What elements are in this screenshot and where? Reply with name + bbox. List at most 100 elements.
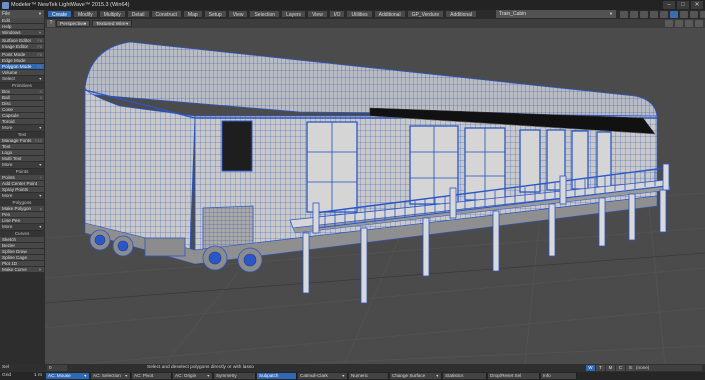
sidebar-item-image-editor[interactable]: Image Editor F6 xyxy=(0,44,44,50)
toolbar-button-statistics[interactable]: Statistics xyxy=(443,373,487,379)
minimize-button[interactable]: – xyxy=(663,1,675,9)
toolbar-button-info[interactable]: Info xyxy=(541,373,577,379)
sidebar-item-label: Toroid xyxy=(2,119,15,124)
sidebar-item-label: Spline Cage xyxy=(2,255,28,260)
more-label: More xyxy=(2,162,13,167)
sidebar-item-label: Edge Mode xyxy=(2,58,26,63)
sidebar-item-label: Pen xyxy=(2,212,11,217)
viewport-move-icon[interactable] xyxy=(665,20,673,27)
more-label: More xyxy=(2,125,13,130)
sidebar-item-label: Points xyxy=(2,175,15,180)
mode-button-m[interactable]: M xyxy=(606,365,615,371)
layer-selector[interactable]: (none) xyxy=(634,365,702,371)
sidebar-item-label: Capsule xyxy=(2,113,19,118)
shortcut-key: F6 xyxy=(37,44,42,49)
layer-icon[interactable] xyxy=(620,11,628,18)
more-label: More xyxy=(2,224,13,229)
mode-button-c[interactable]: C xyxy=(616,365,625,371)
close-button[interactable]: ✕ xyxy=(691,1,703,9)
layer-icon[interactable] xyxy=(640,11,648,18)
toolbar-button-symmetry[interactable]: Symmetry xyxy=(214,373,256,379)
sidebar-item-label: Add Center Point xyxy=(2,181,37,186)
toolbar-button-label: AC: Origin xyxy=(175,373,197,378)
more-button[interactable]: More ▼ xyxy=(0,125,44,131)
status-bar: Sel 0 Select and deselect polygons direc… xyxy=(0,364,705,372)
tab-utilities[interactable]: Utilities xyxy=(346,10,373,18)
file-menu[interactable]: File ▼ xyxy=(0,10,44,18)
viewport-maximize-icon[interactable] xyxy=(695,20,703,27)
viewport-toggle[interactable]: ? xyxy=(47,20,55,27)
sel-label: Sel xyxy=(2,365,9,370)
menu-tabs: Create Modify Multiply Detail Construct Map Se… xyxy=(47,10,478,19)
tab-construct[interactable]: Construct xyxy=(150,10,182,18)
toolbar-button-ac-selection[interactable]: AC: Selection ▼ xyxy=(91,373,131,379)
tab-view[interactable]: View xyxy=(227,10,249,18)
toolbar-button-numeric[interactable]: Numeric xyxy=(349,373,389,379)
sidebar-item-label: Disc xyxy=(2,101,11,106)
layer-icon[interactable] xyxy=(680,11,688,18)
chevron-down-icon: ▼ xyxy=(341,374,345,378)
more-button[interactable]: More ▼ xyxy=(0,162,44,168)
settings-icon[interactable] xyxy=(700,11,705,18)
tab-create[interactable]: Create xyxy=(47,10,73,18)
sidebar-item-label: Multi Text xyxy=(2,156,22,161)
chevron-down-icon: ▼ xyxy=(83,374,87,378)
layer-icon[interactable] xyxy=(650,11,658,18)
tab-i-o[interactable]: I/O xyxy=(328,10,346,18)
title-bar: Modeler™ NewTek LightWave™ 2015.3 (Win64… xyxy=(0,0,705,10)
train-car-model xyxy=(84,41,658,273)
viewport-rotate-icon[interactable] xyxy=(675,20,683,27)
toolbar-button-subpatch[interactable]: Subpatch xyxy=(257,373,297,379)
chevron-down-icon: ▼ xyxy=(609,11,613,16)
select-label: Select xyxy=(2,76,15,81)
toolbar-button-catmull-clark[interactable]: Catmull-Clark ▼ xyxy=(298,373,348,379)
layer-icon[interactable] xyxy=(670,11,678,18)
render-mode-label: Textured Wire xyxy=(96,22,126,27)
layer-icon[interactable] xyxy=(660,11,668,18)
toolbar-button-label: Drop/Reset Sel xyxy=(490,373,522,378)
sidebar-item-label: Make Polygon xyxy=(2,206,32,211)
chevron-down-icon: ▼ xyxy=(38,225,42,229)
layer-icon[interactable] xyxy=(690,11,698,18)
viewport-zoom-icon[interactable] xyxy=(685,20,693,27)
toolbar-button-ac-mouse[interactable]: AC: Mouse ▼ xyxy=(46,373,90,379)
sidebar-item-make-curve[interactable]: Make Curve ▼ xyxy=(0,267,44,273)
tab-map[interactable]: Map xyxy=(182,10,203,18)
view-type-dropdown[interactable]: Perspective ▼ xyxy=(56,20,90,27)
tab-modify[interactable]: Modify xyxy=(73,10,98,18)
layer-value: (none) xyxy=(636,365,650,370)
sidebar-item-label: Image Editor xyxy=(2,44,29,49)
tab-gp-verdure[interactable]: GP_Verdure xyxy=(406,10,445,18)
chevron-down-icon: ▼ xyxy=(38,194,42,198)
render-mode-dropdown[interactable]: Textured Wire ▼ xyxy=(92,20,132,27)
sidebar-item-label: Plot 1D xyxy=(2,261,18,266)
tab-multiply[interactable]: Multiply xyxy=(98,10,126,18)
tab-additional[interactable]: Additional xyxy=(373,10,406,18)
tab-additional[interactable]: Additional xyxy=(445,10,478,18)
layer-icon[interactable] xyxy=(630,11,638,18)
toolbar-button-ac-pivot[interactable]: AC: Pivot xyxy=(132,373,172,379)
select-dropdown[interactable]: Select ▼ xyxy=(0,76,44,82)
sidebar-item-label: Surface Editor xyxy=(2,38,32,43)
maximize-button[interactable]: □ xyxy=(677,1,689,9)
more-button[interactable]: More ▼ xyxy=(0,224,44,230)
tab-detail[interactable]: Detail xyxy=(126,10,150,18)
mode-button-w[interactable]: W xyxy=(586,365,595,371)
toolbar-button-ac-origin[interactable]: AC: Origin ▼ xyxy=(173,373,213,379)
status-hint: Select and deselect polygons directly or… xyxy=(147,365,254,370)
sidebar-item-windows[interactable]: Windows ▼ xyxy=(0,30,44,36)
tab-view[interactable]: View xyxy=(307,10,328,18)
viewport-header: ? Perspective ▼ Textured Wire ▼ xyxy=(45,19,705,28)
more-button[interactable]: More ▼ xyxy=(0,193,44,199)
tab-setup[interactable]: Setup xyxy=(203,10,227,18)
tab-selection[interactable]: Selection xyxy=(249,10,281,18)
toolbar-button-change-surface[interactable]: Change Surface ▼ xyxy=(390,373,442,379)
toolbar-button-drop-reset-sel[interactable]: Drop/Reset Sel xyxy=(488,373,540,379)
perspective-viewport[interactable]: ? Perspective ▼ Textured Wire ▼ xyxy=(45,19,705,364)
sidebar-item-label: Cone xyxy=(2,107,13,112)
tab-layers[interactable]: Layers xyxy=(281,10,307,18)
object-selector[interactable]: Train_Cabin ▼ xyxy=(496,10,616,18)
toolbar-button-label: AC: Pivot xyxy=(134,373,154,378)
mode-button-t[interactable]: T xyxy=(596,365,605,371)
sidebar-item-label: Box xyxy=(2,89,10,94)
